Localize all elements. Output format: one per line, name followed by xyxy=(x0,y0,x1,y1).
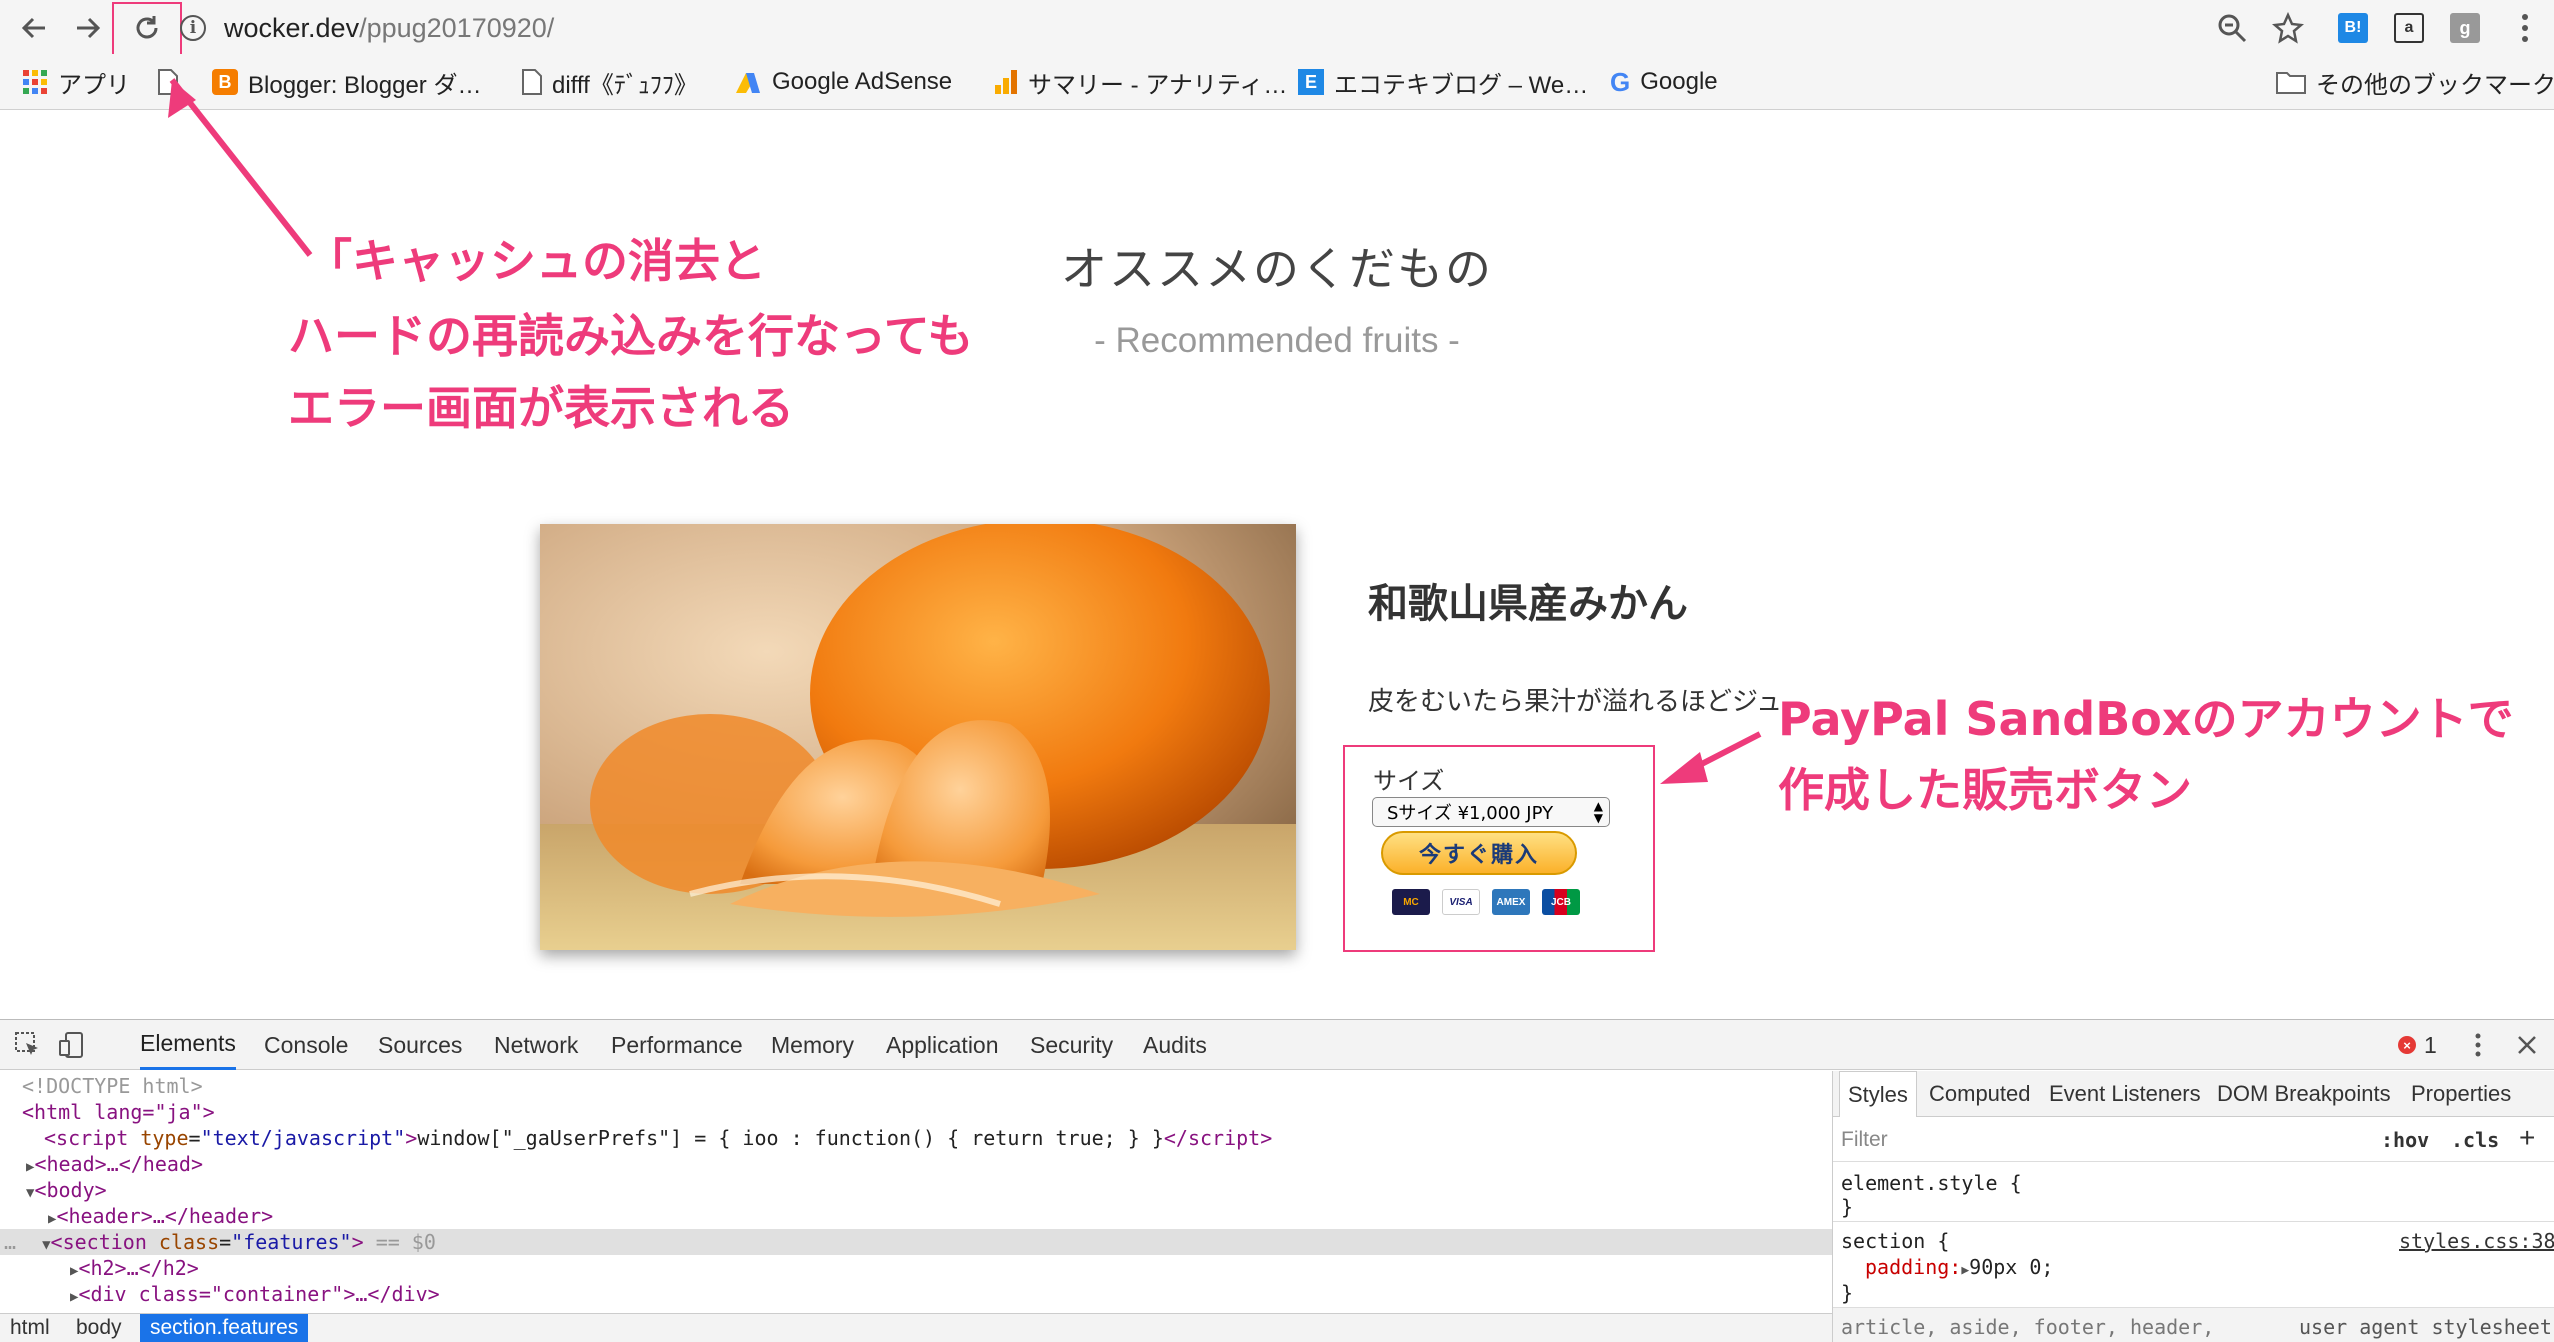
stylesheet-source-link[interactable]: styles.css:38 xyxy=(2399,1229,2554,1253)
hov-toggle[interactable]: :hov xyxy=(2381,1128,2429,1152)
tab-computed[interactable]: Computed xyxy=(1929,1071,2031,1117)
tab-audits[interactable]: Audits xyxy=(1143,1020,1207,1070)
ua-stylesheet-label: user agent stylesheet xyxy=(2299,1315,2552,1339)
device-toolbar-icon[interactable] xyxy=(58,1020,88,1070)
error-icon: × xyxy=(2398,1036,2416,1054)
dom-div-container[interactable]: ▶<div class="container">…</div> xyxy=(70,1281,1902,1307)
tab-elements[interactable]: Elements xyxy=(140,1020,236,1070)
tab-security[interactable]: Security xyxy=(1030,1020,1113,1070)
tab-styles[interactable]: Styles xyxy=(1839,1071,1917,1117)
tab-event-listeners[interactable]: Event Listeners xyxy=(2049,1071,2201,1117)
ua-rule-selector[interactable]: article, aside, footer, header, xyxy=(1841,1315,2214,1339)
paypal-annotation-line-2: 作成した販売ボタン xyxy=(1778,763,2192,817)
tab-memory[interactable]: Memory xyxy=(771,1020,854,1070)
styles-tab-bar: Styles Computed Event Listeners DOM Brea… xyxy=(1833,1071,2554,1117)
close-devtools-icon[interactable] xyxy=(2516,1020,2538,1070)
dom-header[interactable]: ▶<header>…</header> xyxy=(48,1203,1880,1229)
paypal-annotation-line-1: PayPal SandBoxのアカウントで xyxy=(1778,692,2514,746)
crumb-body[interactable]: body xyxy=(66,1314,132,1342)
error-count: 1 xyxy=(2424,1031,2437,1058)
padding-declaration[interactable]: padding:▶90px 0; xyxy=(1865,1255,2053,1279)
devtools-panel: Elements Console Sources Network Perform… xyxy=(0,1019,2554,1342)
devtools-tab-bar: Elements Console Sources Network Perform… xyxy=(0,1020,2554,1070)
reload-annotation-line-2: ハードの再読み込みを行なっても xyxy=(288,309,974,363)
cls-toggle[interactable]: .cls xyxy=(2451,1128,2499,1152)
element-style-rule[interactable]: element.style { xyxy=(1841,1171,2022,1195)
tab-properties[interactable]: Properties xyxy=(2411,1071,2511,1117)
dom-head[interactable]: ▶<head>…</head> xyxy=(26,1151,1858,1177)
section-rule-selector[interactable]: section { xyxy=(1841,1229,1949,1253)
dom-html[interactable]: <html lang="ja"> xyxy=(22,1099,1854,1125)
reload-annotation-line-1: 「キャッシュの消去と xyxy=(306,234,766,288)
tab-performance[interactable]: Performance xyxy=(611,1020,743,1070)
tab-dom-breakpoints[interactable]: DOM Breakpoints xyxy=(2217,1071,2391,1117)
dom-h2[interactable]: ▶<h2>…</h2> xyxy=(70,1255,1902,1281)
styles-filter-input[interactable]: Filter xyxy=(1841,1128,1888,1152)
dom-tree: <!DOCTYPE html> <html lang="ja"> <script… xyxy=(0,1071,1832,1331)
dom-script[interactable]: <script type="text/javascript">window["_… xyxy=(44,1125,1876,1151)
dom-section-selected[interactable]: … ▼<section class="features"> == $0 xyxy=(0,1229,1832,1255)
tab-network[interactable]: Network xyxy=(494,1020,578,1070)
add-rule-icon[interactable]: + xyxy=(2519,1122,2535,1154)
tab-console[interactable]: Console xyxy=(264,1020,348,1070)
error-counter[interactable]: × 1 xyxy=(2398,1020,2437,1070)
tab-application[interactable]: Application xyxy=(886,1020,999,1070)
dom-breadcrumb: html body section.features xyxy=(0,1313,1832,1342)
tab-sources[interactable]: Sources xyxy=(378,1020,462,1070)
styles-filter-bar: Filter :hov .cls + xyxy=(1833,1118,2554,1162)
reload-annotation-line-3: エラー画面が表示される xyxy=(288,381,794,435)
crumb-html[interactable]: html xyxy=(0,1314,60,1342)
dom-doctype[interactable]: <!DOCTYPE html> xyxy=(22,1073,1854,1099)
inspect-element-icon[interactable] xyxy=(14,1020,42,1070)
crumb-section[interactable]: section.features xyxy=(140,1314,309,1342)
devtools-menu-icon[interactable] xyxy=(2474,1020,2482,1070)
dom-body[interactable]: ▼<body> xyxy=(26,1177,1858,1203)
rule-close: } xyxy=(1841,1281,1854,1305)
styles-pane: Styles Computed Event Listeners DOM Brea… xyxy=(1832,1071,2554,1342)
rule-close: } xyxy=(1841,1195,1854,1219)
